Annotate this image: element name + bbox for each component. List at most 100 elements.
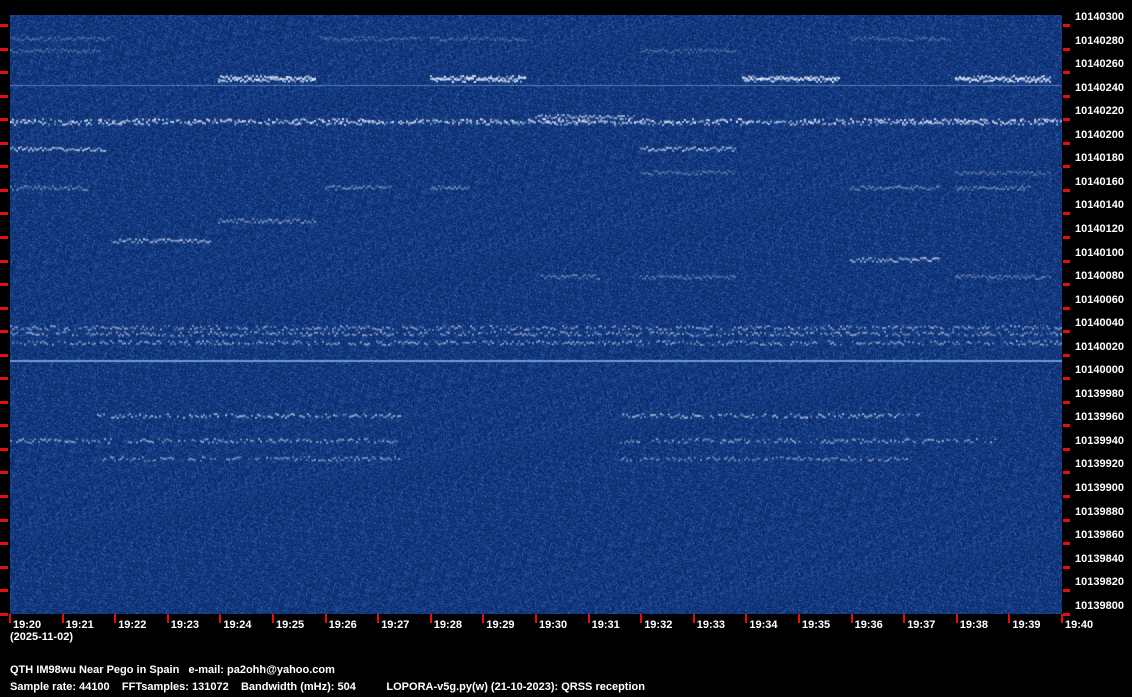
x-tick xyxy=(114,614,117,623)
y-tick-left xyxy=(0,589,8,593)
y-tick-left xyxy=(0,94,8,98)
y-tick-left xyxy=(0,447,8,451)
y-tick-right xyxy=(1063,259,1070,263)
software-label: LOPORA-v5g.py(w) (21-10-2023): QRSS rece… xyxy=(386,681,645,693)
y-tick-right xyxy=(1063,447,1070,451)
x-tick xyxy=(903,614,906,623)
y-tick-right xyxy=(1063,471,1070,475)
x-tick xyxy=(272,614,274,623)
x-tick xyxy=(587,614,590,623)
y-tick-right xyxy=(1063,47,1070,51)
y-tick-right xyxy=(1063,165,1070,169)
x-tick-label: 19:37 xyxy=(907,619,936,631)
y-tick-left xyxy=(0,259,8,263)
y-tick-left xyxy=(0,353,8,357)
y-tick-label: 10139840 xyxy=(1075,552,1124,565)
x-tick xyxy=(692,614,695,623)
x-tick xyxy=(1008,614,1011,623)
x-tick xyxy=(955,614,958,623)
y-tick-label: 10140140 xyxy=(1075,199,1124,212)
x-tick-label: 19:29 xyxy=(486,619,515,631)
x-tick-label: 19:34 xyxy=(749,619,778,631)
x-tick xyxy=(61,614,64,623)
fft-samples-label: FFTsamples: 131072 xyxy=(121,681,229,693)
y-tick-label: 10140220 xyxy=(1075,105,1124,118)
y-tick-left xyxy=(0,235,8,239)
y-tick-right xyxy=(1063,188,1070,192)
y-tick-left xyxy=(0,612,8,616)
y-tick-label: 10140040 xyxy=(1075,317,1124,330)
y-tick-left xyxy=(0,212,8,216)
x-tick-label: 19:20 xyxy=(13,619,42,631)
y-tick-right xyxy=(1063,495,1070,498)
y-tick-left xyxy=(0,283,8,287)
x-tick-label: 19:36 xyxy=(854,619,883,631)
y-tick-right xyxy=(1063,612,1070,616)
y-tick-right xyxy=(1063,24,1070,27)
y-tick-label: 10140240 xyxy=(1075,81,1124,94)
x-tick-label: 19:25 xyxy=(276,619,305,631)
y-tick-label: 10139980 xyxy=(1075,387,1124,400)
y-tick-right xyxy=(1063,565,1070,569)
x-tick-label: 19:38 xyxy=(959,619,988,631)
y-tick-right xyxy=(1063,589,1070,593)
y-tick-label: 10140000 xyxy=(1075,364,1124,377)
x-tick-label: 19:26 xyxy=(328,619,357,631)
y-tick-left xyxy=(0,47,8,51)
y-tick-label: 10139940 xyxy=(1075,434,1124,447)
x-tick xyxy=(324,614,327,623)
x-tick-label: 19:28 xyxy=(433,619,462,631)
x-tick xyxy=(850,614,853,623)
x-tick xyxy=(745,614,748,623)
y-tick-label: 10140080 xyxy=(1075,270,1124,283)
y-tick-label: 10140160 xyxy=(1075,175,1124,188)
x-tick-label: 19:23 xyxy=(170,619,199,631)
x-tick xyxy=(482,614,485,623)
y-tick-label: 10139920 xyxy=(1075,458,1124,471)
y-tick-label: 10139820 xyxy=(1075,576,1124,589)
x-tick xyxy=(9,614,11,623)
y-tick-left xyxy=(0,518,8,522)
y-tick-left xyxy=(0,495,8,498)
footer-line-1: QTH IM98wu Near Pego in Spain e-mail: pa… xyxy=(10,664,335,676)
x-tick-label: 19:35 xyxy=(802,619,831,631)
waterfall-spectrogram xyxy=(10,15,1062,614)
x-tick xyxy=(219,614,222,623)
y-tick-label: 10140120 xyxy=(1075,222,1124,235)
y-tick-label: 10139800 xyxy=(1075,599,1124,612)
y-tick-left xyxy=(0,471,8,475)
y-tick-left xyxy=(0,542,8,546)
bandwidth-label: Bandwidth (mHz): 504 xyxy=(240,681,356,693)
y-tick-label: 10139960 xyxy=(1075,411,1124,424)
y-tick-left xyxy=(0,71,8,75)
y-tick-left xyxy=(0,330,8,334)
y-tick-label: 10140300 xyxy=(1075,11,1124,23)
x-tick-label: 19:40 xyxy=(1065,619,1094,631)
y-tick-left xyxy=(0,565,8,569)
date-label: (2025-11-02) xyxy=(10,631,73,643)
y-tick-right xyxy=(1063,542,1070,546)
y-tick-right xyxy=(1063,424,1070,428)
x-tick xyxy=(166,614,169,623)
y-tick-label: 10140060 xyxy=(1075,293,1124,306)
x-tick xyxy=(640,614,643,623)
y-tick-label: 10140100 xyxy=(1075,246,1124,259)
y-tick-label: 10140280 xyxy=(1075,34,1124,47)
x-tick-label: 19:30 xyxy=(539,619,568,631)
y-tick-right xyxy=(1063,118,1070,122)
y-tick-left xyxy=(0,400,8,404)
x-tick-label: 19:27 xyxy=(381,619,410,631)
x-tick-label: 19:32 xyxy=(644,619,673,631)
x-tick xyxy=(798,614,800,623)
email-label: e-mail: pa2ohh@yahoo.com xyxy=(188,664,335,676)
x-tick-label: 19:31 xyxy=(591,619,620,631)
y-tick-label: 10139900 xyxy=(1075,482,1124,494)
y-tick-right xyxy=(1063,283,1070,287)
y-tick-right xyxy=(1063,400,1070,404)
y-tick-left xyxy=(0,377,8,381)
sample-rate-label: Sample rate: 44100 xyxy=(10,681,110,693)
y-tick-right xyxy=(1063,235,1070,239)
y-tick-right xyxy=(1063,141,1070,145)
y-tick-left xyxy=(0,424,8,428)
x-tick xyxy=(377,614,380,623)
